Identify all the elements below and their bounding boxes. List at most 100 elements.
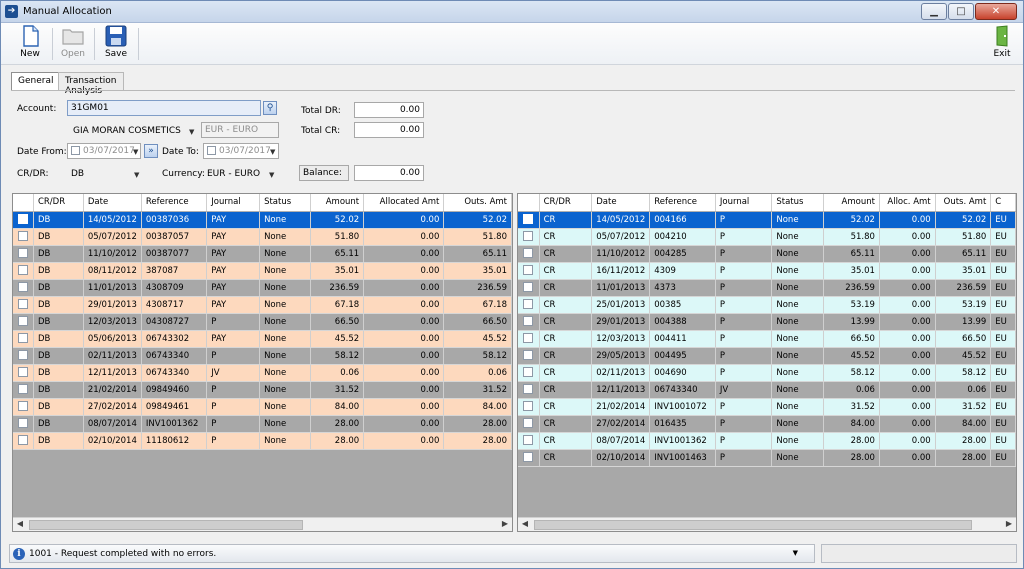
debit-table-row[interactable]: DB 29/01/2013 4308717 PAY None 67.18 0.00 67.18	[13, 296, 512, 314]
date-to-checkbox[interactable]	[207, 146, 216, 155]
credit-table-row[interactable]: CR 11/10/2012 004285 P None 65.11 0.00 65.11 EU	[518, 245, 1016, 263]
row-select-checkbox[interactable]	[523, 401, 534, 412]
chevron-down-icon[interactable]: ▼	[270, 148, 275, 156]
exit-button[interactable]: Exit	[985, 25, 1019, 63]
scroll-right-icon[interactable]: ▶	[1002, 519, 1016, 531]
new-button[interactable]: New	[13, 25, 47, 63]
credit-column-header[interactable]: Amount	[823, 194, 880, 212]
debit-horizontal-scrollbar[interactable]: ◀ ▶	[13, 517, 512, 531]
scroll-right-icon[interactable]: ▶	[498, 519, 512, 531]
account-search-button[interactable]: ⚲	[263, 101, 277, 115]
tab-general[interactable]: General	[11, 72, 61, 91]
debit-table-row[interactable]: DB 08/11/2012 387087 PAY None 35.01 0.00 35.01	[13, 262, 512, 280]
row-select-checkbox[interactable]	[17, 214, 28, 225]
chevron-down-icon[interactable]: ▼	[269, 171, 274, 179]
credit-column-header[interactable]: Journal	[715, 194, 773, 212]
credit-column-header[interactable]: C	[990, 194, 1016, 212]
date-from-picker[interactable]: 03/07/2017	[67, 143, 141, 159]
debit-table-row[interactable]: DB 12/11/2013 06743340 JV None 0.06 0.00 0.06	[13, 364, 512, 382]
credit-column-header[interactable]: Reference	[649, 194, 716, 212]
account-name-dropdown[interactable]: GIA MORAN COSMETICS	[73, 126, 181, 136]
debit-column-header[interactable]: CR/DR	[33, 194, 84, 212]
credit-table-row[interactable]: CR 05/07/2012 004210 P None 51.80 0.00 51.80 EU	[518, 228, 1016, 246]
debit-table-row[interactable]: DB 05/06/2013 06743302 PAY None 45.52 0.00 45.5…	[13, 330, 512, 348]
row-select-checkbox[interactable]	[17, 350, 28, 361]
minimize-button[interactable]: ▁	[921, 3, 947, 20]
row-select-checkbox[interactable]	[523, 248, 534, 259]
debit-table-row[interactable]: DB 27/02/2014 09849461 P None 84.00 0.00 84.00	[13, 398, 512, 416]
chevron-down-icon[interactable]: ▼	[133, 148, 138, 156]
credit-table-row[interactable]: CR 11/01/2013 4373 P None 236.59 0.00 236.59 EU	[518, 279, 1016, 297]
date-to-picker[interactable]: 03/07/2017	[203, 143, 279, 159]
date-range-button[interactable]: »	[144, 144, 158, 158]
debit-table-row[interactable]: DB 11/01/2013 4308709 PAY None 236.59 0.00 236.…	[13, 279, 512, 297]
debit-column-header[interactable]: Status	[259, 194, 311, 212]
credit-table-row[interactable]: CR 21/02/2014 INV1001072 P None 31.52 0.00 31.5…	[518, 398, 1016, 416]
row-select-checkbox[interactable]	[523, 367, 534, 378]
debit-column-header[interactable]: Reference	[141, 194, 208, 212]
credit-table-row[interactable]: CR 02/10/2014 INV1001463 P None 28.00 0.00 28.0…	[518, 449, 1016, 467]
row-select-checkbox[interactable]	[523, 333, 534, 344]
row-select-checkbox[interactable]	[523, 214, 534, 225]
debit-table-row[interactable]: DB 02/10/2014 11180612 P None 28.00 0.00 28.00	[13, 432, 512, 450]
credit-table-row[interactable]: CR 16/11/2012 4309 P None 35.01 0.00 35.01 EU	[518, 262, 1016, 280]
credit-column-header[interactable]: CR/DR	[539, 194, 593, 212]
credit-column-header[interactable]: Outs. Amt	[935, 194, 992, 212]
chevron-down-icon[interactable]: ▼	[134, 171, 139, 179]
open-button[interactable]: Open	[56, 25, 90, 63]
debit-table-row[interactable]: DB 14/05/2012 00387036 PAY None 52.02 0.00 52.0…	[13, 211, 512, 229]
credit-column-header[interactable]: Date	[591, 194, 651, 212]
debit-table-row[interactable]: DB 11/10/2012 00387077 PAY None 65.11 0.00 65.1…	[13, 245, 512, 263]
row-select-checkbox[interactable]	[523, 299, 534, 310]
credit-table-row[interactable]: CR 14/05/2012 004166 P None 52.02 0.00 52.02 EU	[518, 211, 1016, 229]
debit-column-header[interactable]: Allocated Amt	[363, 194, 445, 212]
credit-horizontal-scrollbar[interactable]: ◀ ▶	[518, 517, 1016, 531]
row-select-checkbox[interactable]	[17, 367, 28, 378]
debit-table-row[interactable]: DB 12/03/2013 04308727 P None 66.50 0.00 66.50	[13, 313, 512, 331]
debit-table-row[interactable]: DB 08/07/2014 INV1001362 P None 28.00 0.00 28.0…	[13, 415, 512, 433]
credit-table-row[interactable]: CR 12/11/2013 06743340 JV None 0.06 0.00 0.06 EU	[518, 381, 1016, 399]
credit-column-header[interactable]: Status	[771, 194, 825, 212]
row-select-checkbox[interactable]	[17, 333, 28, 344]
row-select-checkbox[interactable]	[523, 418, 534, 429]
debit-column-header[interactable]: Amount	[310, 194, 365, 212]
credit-table-row[interactable]: CR 02/11/2013 004690 P None 58.12 0.00 58.12 EU	[518, 364, 1016, 382]
scroll-left-icon[interactable]: ◀	[13, 519, 27, 531]
close-button[interactable]: ✕	[975, 3, 1017, 20]
row-select-checkbox[interactable]	[523, 231, 534, 242]
row-select-checkbox[interactable]	[523, 265, 534, 276]
row-select-checkbox[interactable]	[17, 435, 28, 446]
scroll-thumb[interactable]	[29, 520, 303, 530]
scroll-thumb[interactable]	[534, 520, 972, 530]
save-button[interactable]: Save	[99, 25, 133, 63]
row-select-checkbox[interactable]	[17, 299, 28, 310]
credit-table-row[interactable]: CR 12/03/2013 004411 P None 66.50 0.00 66.50 EU	[518, 330, 1016, 348]
row-select-checkbox[interactable]	[523, 435, 534, 446]
status-dropdown-icon[interactable]: ▼	[793, 549, 798, 557]
chevron-down-icon[interactable]: ▼	[189, 128, 194, 136]
row-select-checkbox[interactable]	[17, 265, 28, 276]
row-select-checkbox[interactable]	[17, 316, 28, 327]
debit-table-row[interactable]: DB 21/02/2014 09849460 P None 31.52 0.00 31.52	[13, 381, 512, 399]
credit-table-row[interactable]: CR 25/01/2013 00385 P None 53.19 0.00 53.19 EU	[518, 296, 1016, 314]
credit-table-row[interactable]: CR 08/07/2014 INV1001362 P None 28.00 0.00 28.0…	[518, 432, 1016, 450]
row-select-checkbox[interactable]	[17, 401, 28, 412]
debit-table-row[interactable]: DB 02/11/2013 06743340 P None 58.12 0.00 58.12	[13, 347, 512, 365]
row-select-checkbox[interactable]	[523, 384, 534, 395]
crdr-dropdown[interactable]: DB	[71, 169, 84, 179]
tab-transaction-analysis[interactable]: Transaction Analysis	[58, 72, 124, 96]
account-input[interactable]: 31GM01	[67, 100, 261, 116]
debit-column-header[interactable]: Outs. Amt	[443, 194, 512, 212]
row-select-checkbox[interactable]	[523, 316, 534, 327]
scroll-left-icon[interactable]: ◀	[518, 519, 532, 531]
credit-table-row[interactable]: CR 29/01/2013 004388 P None 13.99 0.00 13.99 EU	[518, 313, 1016, 331]
row-select-checkbox[interactable]	[17, 248, 28, 259]
debit-column-header[interactable]: Journal	[206, 194, 261, 212]
credit-column-header[interactable]: Alloc. Amt	[879, 194, 936, 212]
row-select-checkbox[interactable]	[523, 282, 534, 293]
debit-table-row[interactable]: DB 05/07/2012 00387057 PAY None 51.80 0.00 51.8…	[13, 228, 512, 246]
row-select-checkbox[interactable]	[17, 418, 28, 429]
row-select-checkbox[interactable]	[523, 452, 534, 463]
currency-dropdown[interactable]: EUR - EURO	[207, 169, 260, 179]
row-select-checkbox[interactable]	[523, 350, 534, 361]
